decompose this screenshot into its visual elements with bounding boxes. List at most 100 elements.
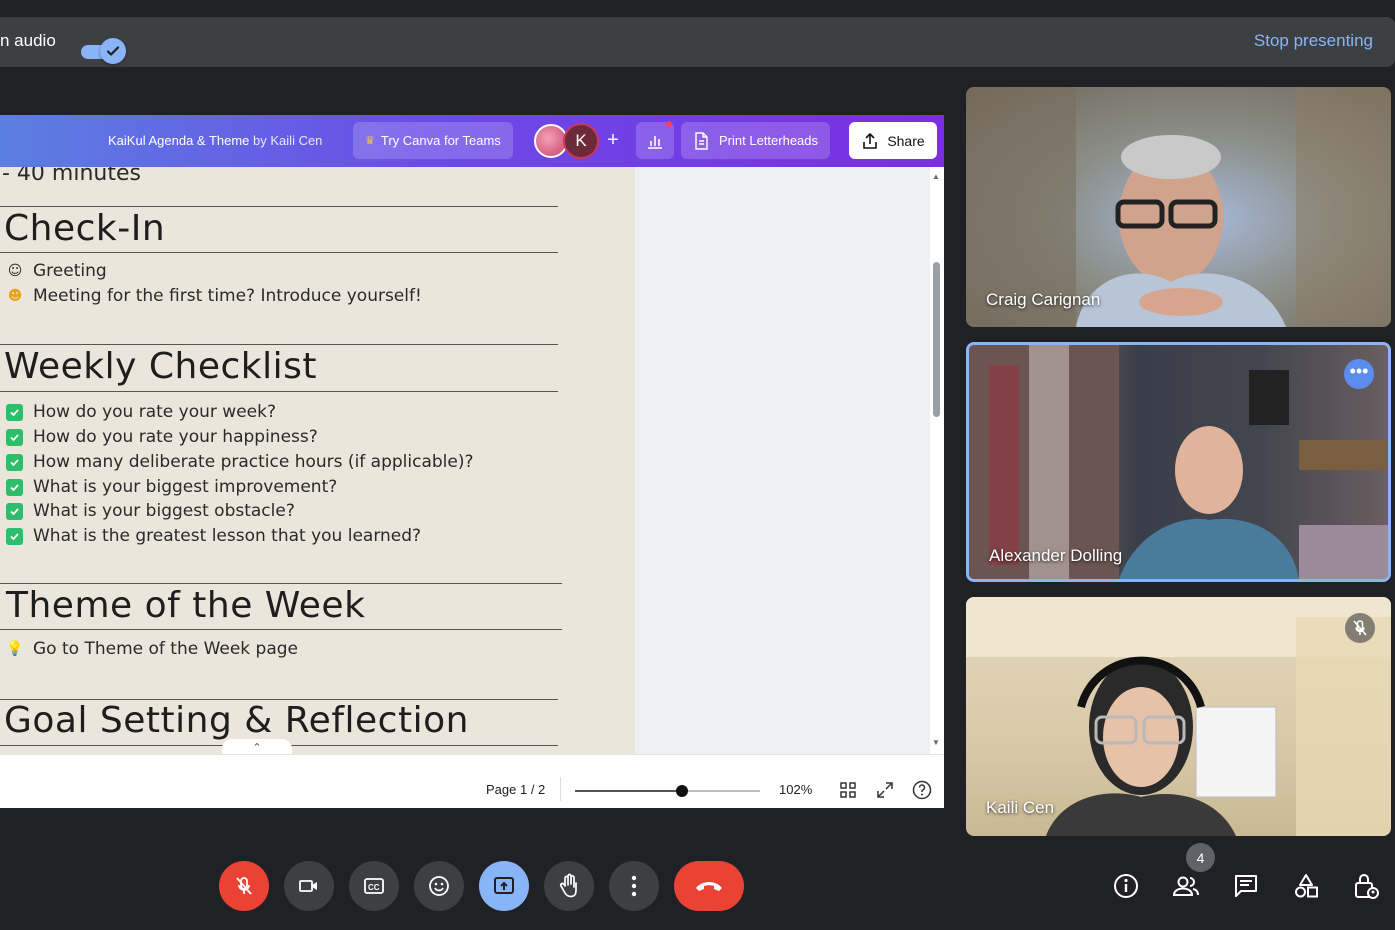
list-item: How do you rate your week? [6,402,276,422]
participant-count-badge: 4 [1186,843,1215,872]
lightbulb-icon: 💡 [6,641,24,657]
divider [0,206,558,207]
participant-tile[interactable]: Kaili Cen [966,597,1391,836]
host-controls-button[interactable] [1351,872,1381,900]
list-item: What is the greatest lesson that you lea… [6,526,421,546]
shapes-icon [1295,874,1318,898]
list-item-text: What is your biggest obstacle? [33,501,295,521]
lock-person-icon [1355,874,1379,899]
scroll-up-arrow-icon[interactable]: ▲ [932,172,940,181]
presenting-bar: n audio Stop presenting [0,17,1395,67]
captions-icon: CC [364,878,384,894]
info-icon [1114,874,1138,898]
share-label: Share [887,132,925,149]
participant-name: Kaili Cen [986,798,1055,817]
minutes-text: - 40 minutes [2,167,141,186]
divider [0,583,562,584]
camera-toggle-button[interactable] [284,861,334,911]
hand-icon [559,873,577,898]
more-options-button[interactable]: ••• [1344,359,1374,389]
page-indicator[interactable]: Page 1 / 2 [486,782,545,797]
checkbox-icon [6,403,23,421]
svg-text:CC: CC [368,883,380,892]
check-icon [100,38,126,64]
insights-button[interactable] [636,121,674,159]
video-camera-icon [299,880,317,892]
list-item: ☻ Meeting for the first time? Introduce … [6,286,422,306]
list-item: What is your biggest improvement? [6,477,337,497]
checkbox-icon [6,478,23,496]
checkbox-icon [6,527,23,545]
collapse-notes-handle[interactable]: ⌃ [222,739,292,754]
hang-up-icon [696,882,722,891]
canva-toolbar: KaiKul Agenda & Theme by Kaili Cen ♛ Try… [0,115,944,167]
section-heading: Weekly Checklist [4,346,317,387]
present-audio-label: n audio [0,31,56,50]
try-canva-teams-label: Try Canva for Teams [380,133,501,148]
list-item: How many deliberate practice hours (if a… [6,452,474,472]
document-page: - 40 minutes Check-In ☺ Greeting ☻ Meeti… [0,167,635,754]
chat-icon [1235,875,1257,897]
print-letterheads-label: Print Letterheads [719,133,819,148]
zoom-slider-handle[interactable] [676,785,689,797]
meeting-details-button[interactable] [1111,872,1141,900]
participant-name: Alexander Dolling [989,546,1123,565]
raise-hand-button[interactable] [544,861,594,911]
reactions-button[interactable] [414,861,464,911]
chat-button[interactable] [1231,872,1261,900]
more-options-button[interactable] [609,861,659,911]
captions-button[interactable]: CC [349,861,399,911]
list-item-text: What is the greatest lesson that you lea… [33,526,422,546]
section-heading: Goal Setting & Reflection [4,700,469,741]
document-canvas: - 40 minutes Check-In ☺ Greeting ☻ Meeti… [0,167,930,754]
list-item-text: How many deliberate practice hours (if a… [33,452,474,472]
checkbox-icon [6,502,23,520]
vertical-scrollbar[interactable]: ▲ ▼ [930,167,944,754]
canva-footer: Page 1 / 2 102% [0,754,944,808]
zoom-level[interactable]: 102% [779,782,812,797]
present-audio-toggle[interactable] [81,38,126,64]
scrollbar-thumb[interactable] [933,262,940,417]
hugging-face-icon: ☻ [7,288,23,304]
participant-tile-active[interactable]: ••• Alexander Dolling [966,342,1391,582]
document-title[interactable]: KaiKul Agenda & Theme by Kaili Cen [108,133,322,148]
notification-dot [666,121,672,127]
grid-view-icon[interactable] [839,781,857,799]
mic-off-icon [236,877,252,895]
divider [560,777,561,801]
leave-call-button[interactable] [674,861,744,911]
participant-name: Craig Carignan [986,290,1101,309]
fullscreen-icon[interactable] [876,781,894,799]
list-item-text: Go to Theme of the Week page [33,639,299,659]
activities-button[interactable] [1291,872,1321,900]
user-avatar[interactable]: K [563,123,599,159]
section-heading: Theme of the Week [6,585,366,626]
participant-video [969,345,1388,579]
shared-screen: KaiKul Agenda & Theme by Kaili Cen ♛ Try… [0,115,944,808]
list-item-text: How do you rate your week? [33,402,276,422]
smiley-icon [429,876,449,896]
more-vertical-icon [631,875,637,897]
list-item-text: How do you rate your happiness? [33,427,318,447]
help-icon[interactable] [912,780,932,800]
list-item-text: What is your biggest improvement? [33,477,338,497]
people-button[interactable] [1171,872,1201,900]
stop-presenting-button[interactable]: Stop presenting [1254,31,1373,51]
divider [0,344,558,345]
document-author: by Kaili Cen [253,133,323,148]
try-canva-teams-button[interactable]: ♛ Try Canva for Teams [353,122,513,159]
add-collaborator-button[interactable]: + [602,129,624,151]
scroll-down-arrow-icon[interactable]: ▼ [932,738,940,747]
microphone-toggle-button[interactable] [219,861,269,911]
present-screen-button[interactable] [479,861,529,911]
list-item: ☺ Greeting [6,261,107,281]
participant-tile[interactable]: Craig Carignan [966,87,1391,327]
present-screen-icon [494,877,514,894]
share-button[interactable]: Share [849,122,937,159]
more-horizontal-icon: ••• [1349,361,1369,381]
print-letterheads-button[interactable]: Print Letterheads [681,122,831,159]
checkbox-icon [6,453,23,471]
divider [0,391,558,392]
list-item: How do you rate your happiness? [6,427,318,447]
share-icon [863,132,878,149]
